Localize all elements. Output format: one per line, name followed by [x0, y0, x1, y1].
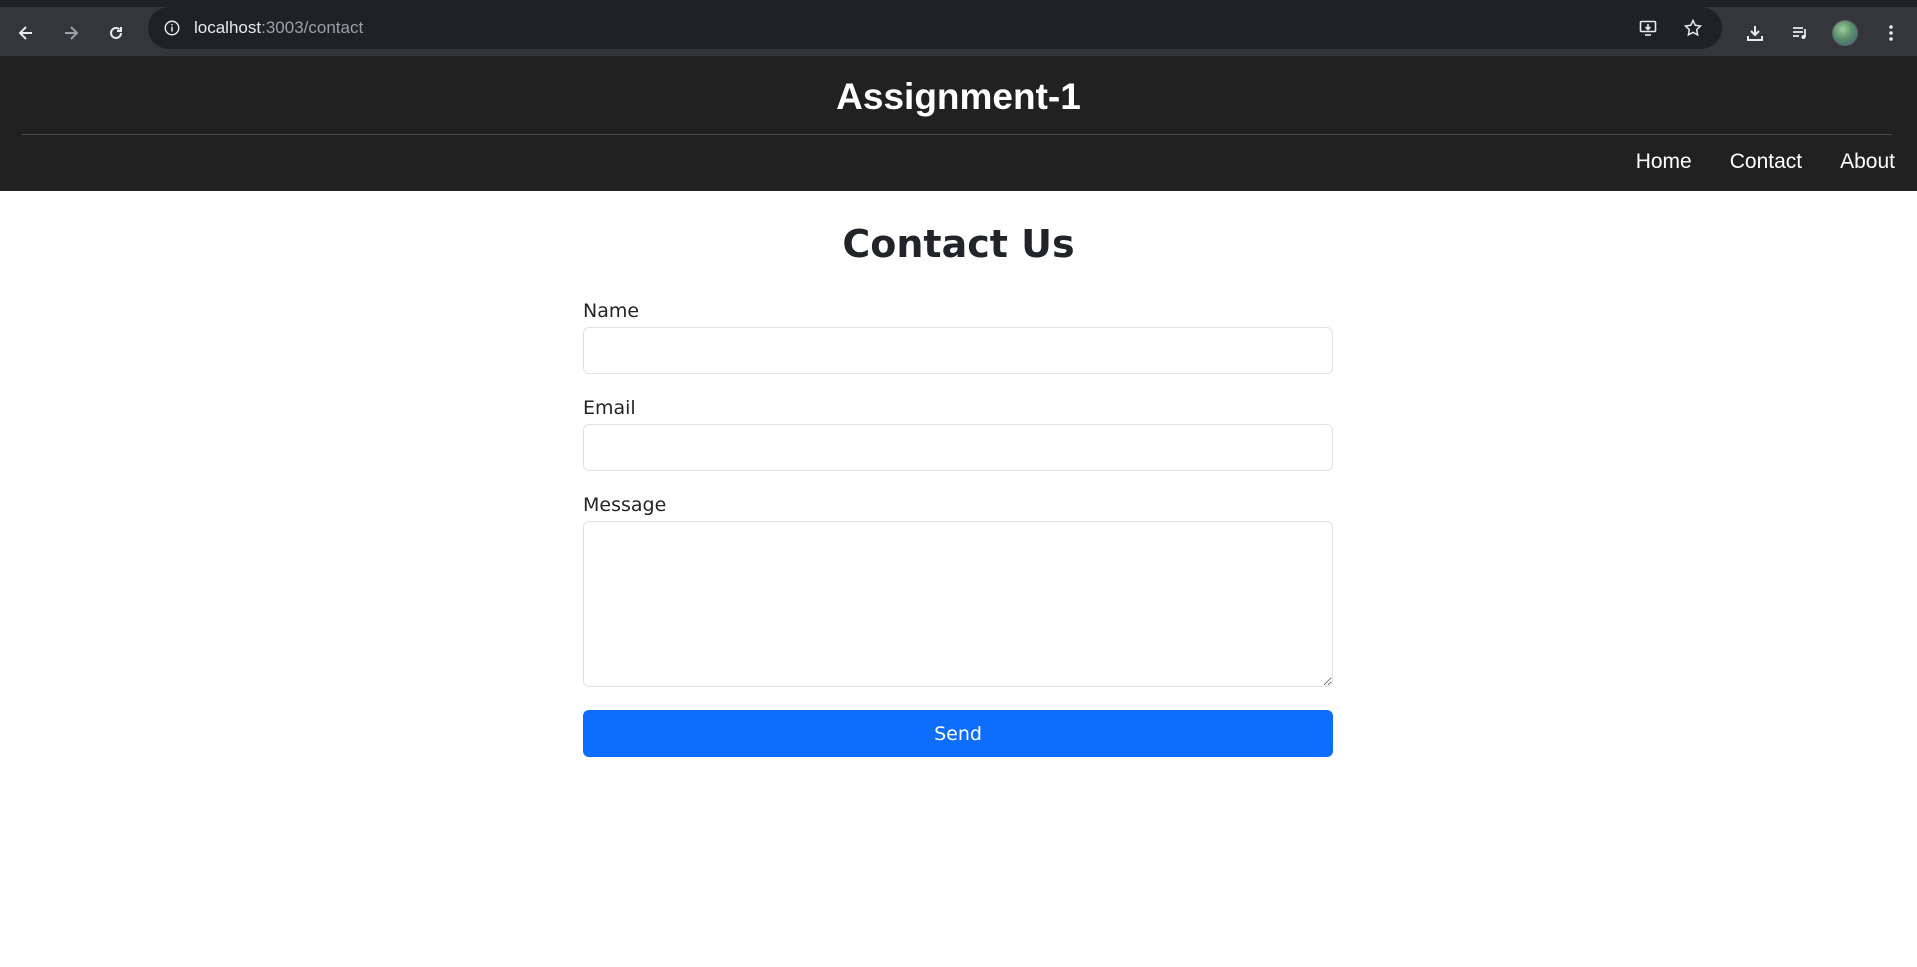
- main-nav: Home Contact About: [1636, 150, 1895, 174]
- app-header: Assignment-1 Home Contact About: [0, 56, 1917, 191]
- media-control-button[interactable]: [1784, 17, 1816, 49]
- header-divider: [22, 134, 1892, 135]
- address-bar[interactable]: localhost:3003/contact: [148, 7, 1722, 49]
- nav-home[interactable]: Home: [1636, 150, 1692, 174]
- reload-button[interactable]: [100, 17, 132, 49]
- url-host: localhost: [194, 18, 262, 37]
- downloads-button[interactable]: [1739, 17, 1771, 49]
- url-text[interactable]: localhost:3003/contact: [194, 18, 363, 38]
- app-title: Assignment-1: [836, 76, 1081, 117]
- nav-contact[interactable]: Contact: [1730, 150, 1802, 174]
- email-label: Email: [583, 397, 636, 419]
- back-button[interactable]: [10, 17, 42, 49]
- reload-icon: [110, 26, 122, 39]
- arrow-right-icon: [65, 26, 79, 40]
- email-group: Email: [583, 397, 1333, 471]
- url-path: :3003/contact: [261, 18, 364, 37]
- name-label: Name: [583, 300, 640, 322]
- install-app-icon[interactable]: [1632, 12, 1664, 44]
- browser-toolbar: localhost:3003/contact: [0, 0, 1917, 56]
- profile-avatar[interactable]: [1832, 20, 1858, 46]
- send-button[interactable]: Send: [583, 710, 1333, 757]
- name-group: Name: [583, 300, 1333, 374]
- message-label: Message: [583, 494, 667, 516]
- page-title: Contact Us: [842, 222, 1075, 266]
- playlist-music-icon: [1793, 27, 1806, 39]
- message-group: Message: [583, 494, 1333, 687]
- site-info-icon[interactable]: [156, 12, 188, 44]
- message-textarea[interactable]: [583, 521, 1333, 687]
- name-input[interactable]: [583, 327, 1333, 374]
- download-icon: [1747, 26, 1763, 41]
- browser-menu-button[interactable]: [1875, 17, 1907, 49]
- email-input[interactable]: [583, 424, 1333, 471]
- bookmark-star-icon[interactable]: [1677, 12, 1709, 44]
- nav-about[interactable]: About: [1840, 150, 1895, 174]
- more-vert-icon: [1889, 25, 1893, 41]
- forward-button[interactable]: [55, 17, 87, 49]
- arrow-left-icon: [18, 26, 32, 40]
